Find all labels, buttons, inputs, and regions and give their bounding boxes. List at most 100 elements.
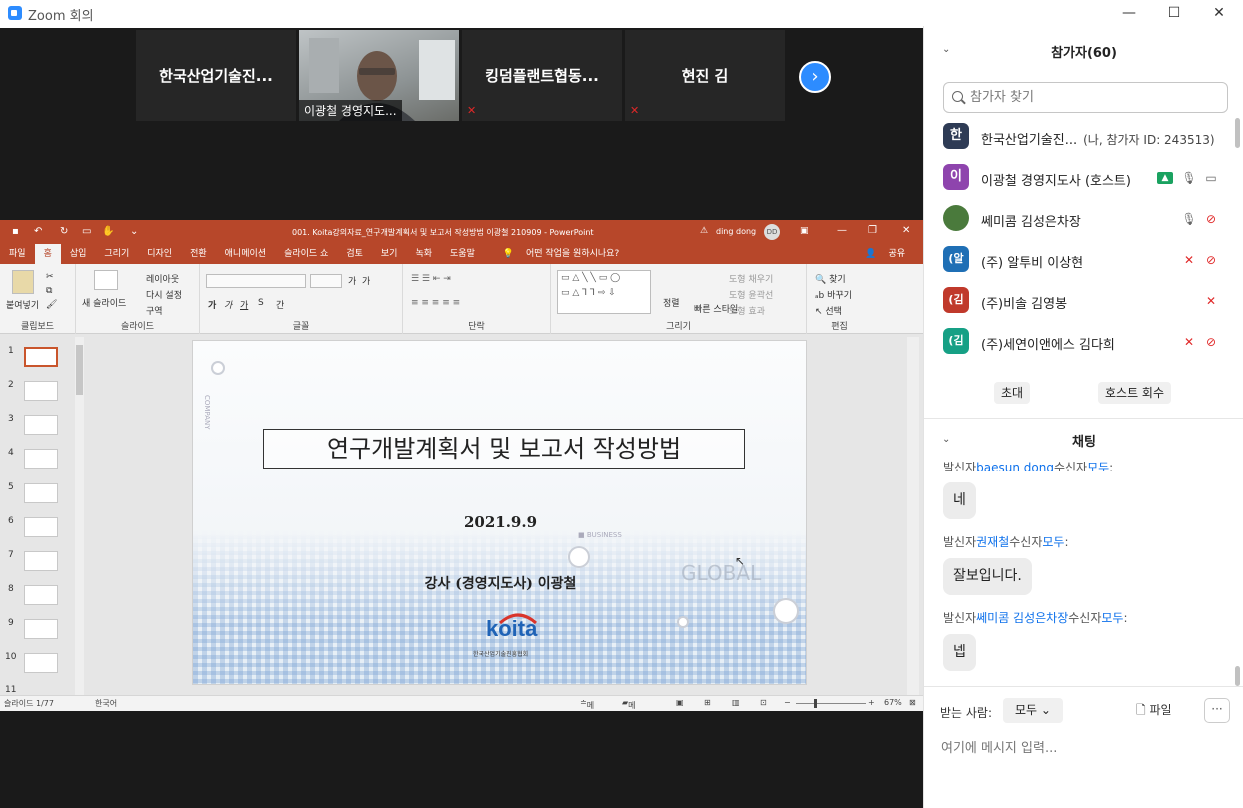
mic-muted-icon[interactable]: ✕ xyxy=(1180,252,1198,268)
shape-effects-button[interactable]: 도형 효과 xyxy=(729,304,765,317)
reclaim-host-button[interactable]: 호스트 회수 xyxy=(1098,382,1172,404)
tab-transitions[interactable]: 전환 xyxy=(181,244,216,264)
find-button[interactable]: 🔍 찾기 xyxy=(815,272,846,285)
arrange-button[interactable]: 정렬 xyxy=(663,296,680,309)
mic-muted-icon[interactable]: ✕ xyxy=(1202,293,1220,309)
paste-icon[interactable] xyxy=(12,270,34,294)
zoom-in-icon[interactable]: + xyxy=(868,698,875,707)
new-slide-icon[interactable] xyxy=(94,270,118,290)
recipient-select[interactable]: 모두 ⌄ xyxy=(1003,698,1063,723)
recipient-name[interactable]: 모두 xyxy=(1087,461,1109,471)
video-tile[interactable]: 현진 김 ✕ xyxy=(625,30,785,121)
paste-label[interactable]: 붙여넣기 xyxy=(6,298,39,311)
slide-thumbnail[interactable] xyxy=(24,653,58,673)
slide-thumbnail[interactable] xyxy=(24,517,58,537)
participant-row[interactable]: 쎄미콤 김성은차장 🎙 ⊘ xyxy=(924,200,1234,241)
participant-row[interactable]: 한 한국산업기술진... (나, 참가자 ID: 243513) xyxy=(924,118,1234,159)
shape-fill-button[interactable]: 도형 채우기 xyxy=(729,272,773,285)
normal-view-icon[interactable]: ▣ xyxy=(676,698,684,707)
language[interactable]: 한국어 xyxy=(95,698,117,709)
slide-thumbnail[interactable] xyxy=(24,347,58,367)
participant-search-input[interactable]: 참가자 찾기 xyxy=(943,82,1228,113)
next-page-button[interactable]: › xyxy=(799,61,831,93)
video-off-icon[interactable]: ⊘ xyxy=(1202,334,1220,350)
tab-insert[interactable]: 삽입 xyxy=(61,244,96,264)
spacing-button[interactable]: 간 xyxy=(276,298,284,311)
file-button[interactable]: 🗋 파일 xyxy=(1136,701,1172,722)
slide-date[interactable]: 2021.9.9 xyxy=(193,513,806,531)
slide-lecturer[interactable]: 강사 (경영지도사) 이광철 xyxy=(193,573,806,593)
chat-message-input[interactable] xyxy=(941,733,1231,763)
video-tile[interactable]: 킹덤플랜트협동... ✕ xyxy=(462,30,622,121)
tab-slideshow[interactable]: 슬라이드 쇼 xyxy=(275,244,337,264)
zoom-out-icon[interactable]: − xyxy=(784,698,791,707)
participants-scrollbar[interactable] xyxy=(1235,118,1240,148)
tab-help[interactable]: 도움말 xyxy=(441,244,484,264)
shape-outline-button[interactable]: 도형 윤곽선 xyxy=(729,288,773,301)
chat-message-bubble[interactable]: 잘보입니다. xyxy=(943,558,1032,595)
layout-button[interactable]: 레이아웃 xyxy=(146,272,179,285)
format-painter-icon[interactable]: 🖌 xyxy=(46,300,57,310)
replace-button[interactable]: ₐb 바꾸기 xyxy=(815,288,852,301)
copy-icon[interactable]: ⧉ xyxy=(46,286,52,296)
shadow-button[interactable]: S xyxy=(258,298,264,308)
font-size-down-button[interactable]: 가 xyxy=(362,274,370,287)
tab-view[interactable]: 보기 xyxy=(372,244,407,264)
video-tile[interactable]: 한국산업기술진... xyxy=(136,30,296,121)
italic-button[interactable]: 가 xyxy=(224,298,232,311)
slide-scrollbar[interactable] xyxy=(907,337,919,695)
tab-draw[interactable]: 그리기 xyxy=(95,244,138,264)
chat-message-bubble[interactable]: 넵 xyxy=(943,634,976,671)
mic-muted-icon[interactable]: ✕ xyxy=(1180,334,1198,350)
mic-icon[interactable]: 🎙 xyxy=(1180,170,1198,186)
reset-button[interactable]: 다시 설정 xyxy=(146,288,182,301)
ppt-restore-icon[interactable]: ❐ xyxy=(868,225,877,236)
scroll-thumb[interactable] xyxy=(76,345,83,395)
ppt-user-avatar[interactable]: DD xyxy=(764,224,780,240)
ppt-minimize-icon[interactable]: — xyxy=(837,225,847,236)
bold-button[interactable]: 가 xyxy=(208,298,216,311)
maximize-button[interactable]: ☐ xyxy=(1159,3,1189,23)
tab-animations[interactable]: 애니메이션 xyxy=(216,244,275,264)
tab-home[interactable]: 홈 xyxy=(34,244,61,264)
ribbon-display-icon[interactable]: ▣ xyxy=(800,226,809,236)
font-size-select[interactable] xyxy=(310,274,342,288)
ppt-close-icon[interactable]: ✕ xyxy=(902,225,910,236)
underline-button[interactable]: 가 xyxy=(240,298,248,311)
participant-row[interactable]: (김 (주)세연이앤에스 김다희 ✕ ⊘ xyxy=(924,323,1234,364)
font-size-up-button[interactable]: 가 xyxy=(348,274,356,287)
align-icons[interactable]: ≡ ≡ ≡ ≡ ≡ xyxy=(411,298,460,308)
section-button[interactable]: 구역 xyxy=(146,304,163,317)
slide-title[interactable]: 연구개발계획서 및 보고서 작성방법 xyxy=(263,429,745,469)
share-button[interactable]: 👤 공유 xyxy=(856,244,923,264)
notes-button[interactable]: ≐ 메모 xyxy=(580,698,594,710)
video-off-icon[interactable]: ⊘ xyxy=(1202,252,1220,268)
presenter-view-icon[interactable]: ⊡ xyxy=(760,698,767,707)
tab-record[interactable]: 녹화 xyxy=(406,244,441,264)
bullets-icon[interactable]: ☰ ☰ ⇤ ⇥ xyxy=(411,274,451,284)
touch-mode-icon[interactable]: ✋ xyxy=(102,226,114,237)
slide-thumbnail[interactable] xyxy=(24,551,58,571)
slide-thumbnail[interactable] xyxy=(24,483,58,503)
sender-name[interactable]: baesun dong xyxy=(976,461,1054,471)
customize-toolbar-icon[interactable]: ⌄ xyxy=(130,226,138,237)
undo-icon[interactable]: ↶ xyxy=(34,226,42,237)
sorter-view-icon[interactable]: ⊞ xyxy=(704,698,711,707)
comments-button[interactable]: ▰ 메모 xyxy=(622,698,636,710)
chat-message-bubble[interactable]: 네 xyxy=(943,482,976,519)
tab-review[interactable]: 검토 xyxy=(337,244,372,264)
reading-view-icon[interactable]: ▥ xyxy=(732,698,740,707)
tell-me-search[interactable]: 💡 어떤 작업을 원하시나요? xyxy=(494,244,637,264)
recipient-name[interactable]: 모두 xyxy=(1042,535,1064,549)
cut-icon[interactable]: ✂ xyxy=(46,272,54,282)
save-icon[interactable]: ▪ xyxy=(12,226,19,237)
redo-icon[interactable]: ↻ xyxy=(60,226,68,237)
minimize-button[interactable]: — xyxy=(1114,3,1144,23)
select-button[interactable]: ↖ 선택 xyxy=(815,304,842,317)
chat-scrollbar[interactable] xyxy=(1235,666,1240,686)
slide-thumbnail[interactable] xyxy=(24,619,58,639)
participant-row[interactable]: 이 이광철 경영지도사 (호스트) ▲ 🎙 ▭ xyxy=(924,159,1234,200)
participant-row[interactable]: (알 (주) 알투비 이상현 ✕ ⊘ xyxy=(924,241,1234,282)
slide-thumbnail[interactable] xyxy=(24,415,58,435)
fit-slide-icon[interactable]: ⊠ xyxy=(909,698,916,707)
